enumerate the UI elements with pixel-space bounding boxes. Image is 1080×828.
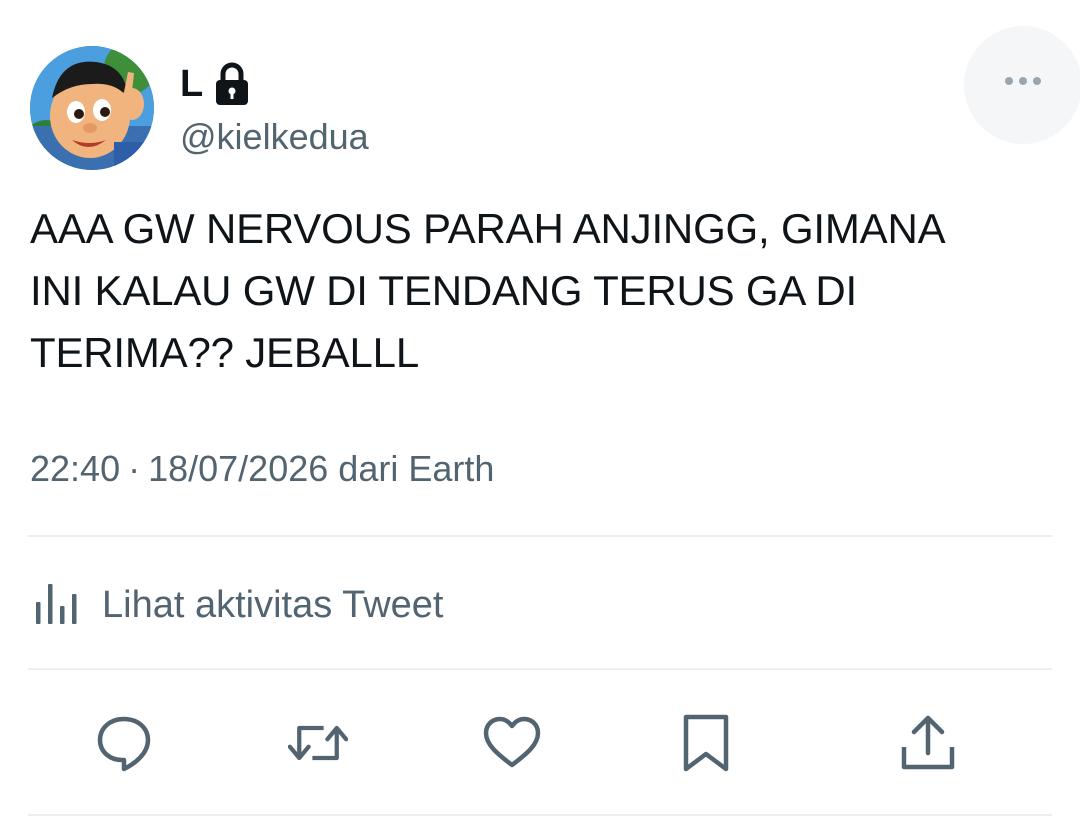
lock-icon xyxy=(216,62,249,105)
share-upload-icon xyxy=(901,715,955,770)
divider xyxy=(28,535,1052,537)
divider xyxy=(28,814,1052,816)
meta-separator: · xyxy=(128,448,141,489)
bookmark-button[interactable] xyxy=(676,713,736,773)
more-dots-icon xyxy=(1005,77,1041,85)
view-tweet-activity-link[interactable]: Lihat aktivitas Tweet xyxy=(30,575,443,635)
tweet-date[interactable]: 18/07/2026 xyxy=(148,448,328,489)
display-name[interactable]: L xyxy=(180,60,203,108)
retweet-button[interactable] xyxy=(288,713,348,773)
comment-bubble-icon xyxy=(97,716,151,772)
tweet-text: AAA GW NERVOUS PARAH ANJINGG, GIMANA INI… xyxy=(30,205,946,376)
activity-label: Lihat aktivitas Tweet xyxy=(102,584,444,626)
tweet-time[interactable]: 22:40 xyxy=(30,448,120,489)
heart-icon xyxy=(483,716,541,768)
tweet-meta: 22:40 · 18/07/2026 dari Earth xyxy=(30,446,494,492)
tweet-detail: L @kielkedua AAA GW NERVOUS PARAH ANJING… xyxy=(0,0,1080,828)
avatar[interactable] xyxy=(30,46,154,170)
like-button[interactable] xyxy=(482,713,542,773)
retweet-arrows-icon xyxy=(288,725,348,761)
bookmark-icon xyxy=(683,714,729,772)
user-handle[interactable]: @kielkedua xyxy=(180,114,369,160)
reply-button[interactable] xyxy=(94,713,154,773)
analytics-bars-icon xyxy=(36,584,77,624)
divider xyxy=(28,668,1052,670)
cartoon-boy-avatar-icon xyxy=(30,46,154,170)
tweet-source: dari Earth xyxy=(338,448,495,489)
user-name-row: L xyxy=(180,60,251,108)
more-options-button[interactable] xyxy=(964,26,1080,144)
share-button[interactable] xyxy=(898,713,958,773)
